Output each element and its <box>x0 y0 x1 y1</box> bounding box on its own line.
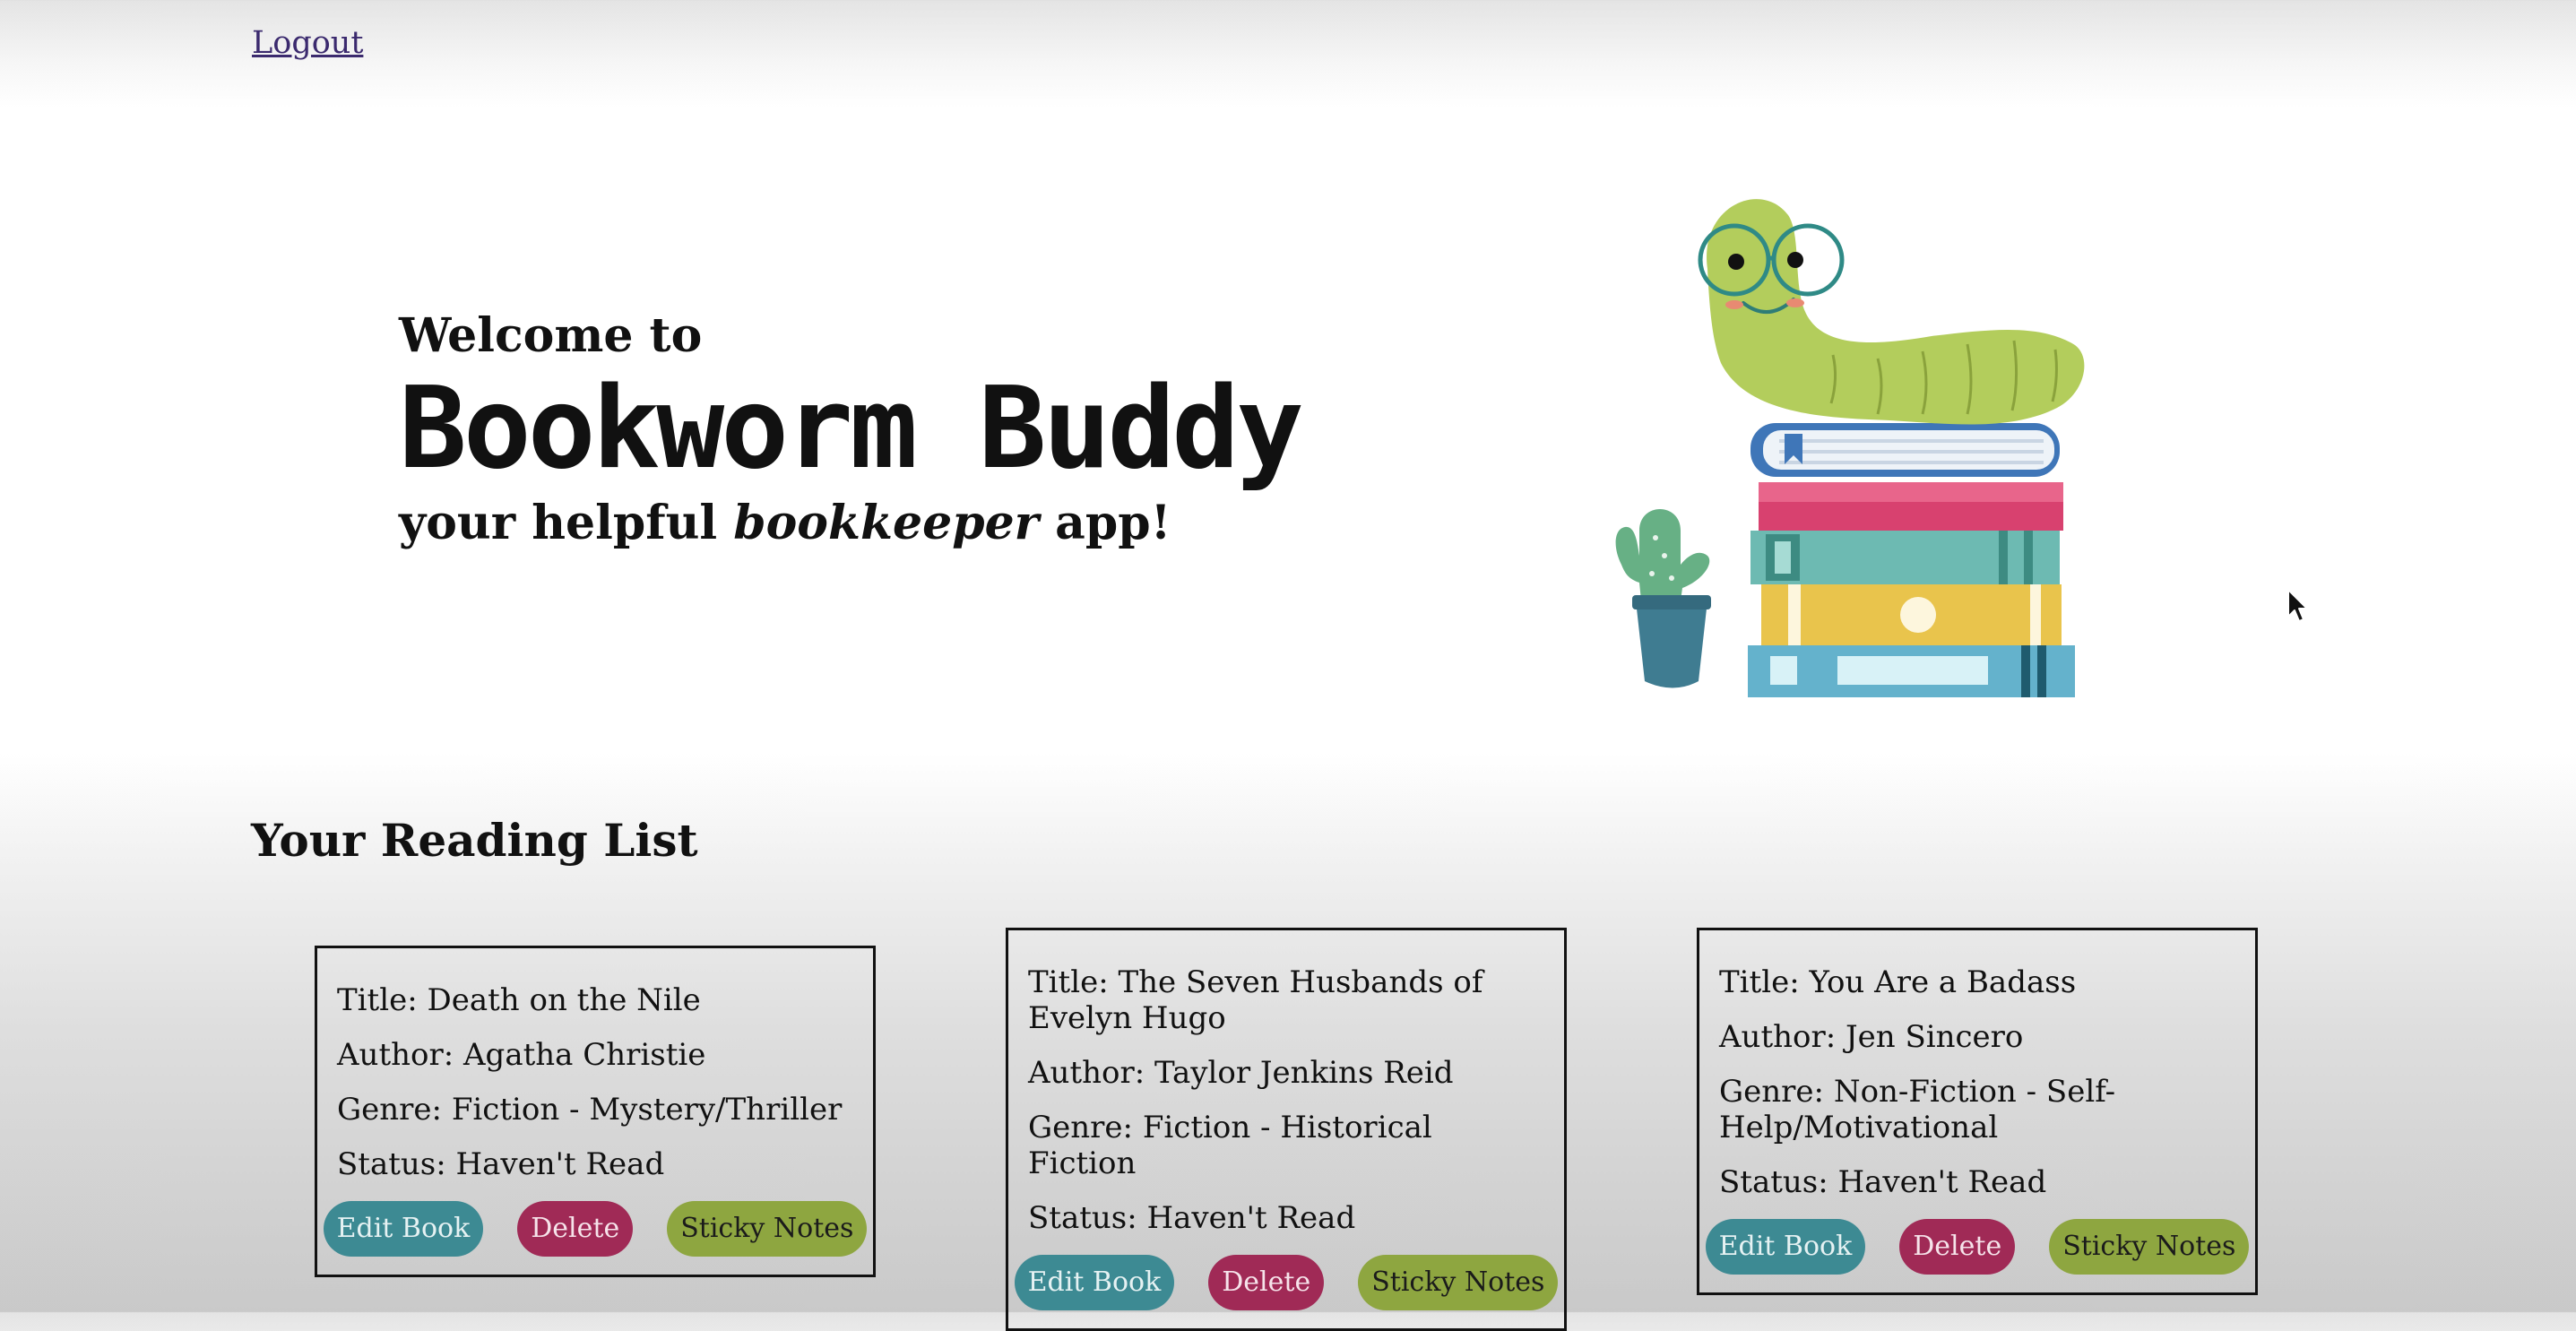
book-stack-icon <box>1748 423 2075 697</box>
book-status: Status: Haven't Read <box>1719 1164 2047 1200</box>
sticky-notes-button[interactable]: Sticky Notes <box>2049 1219 2250 1275</box>
delete-book-button[interactable]: Delete <box>517 1201 634 1257</box>
book-author: Author: Jen Sincero <box>1719 1019 2024 1055</box>
book-card: Title: Death on the Nile Author: Agatha … <box>315 946 876 1277</box>
tagline-post: app! <box>1039 496 1171 550</box>
book-actions: Edit Book Delete Sticky Notes <box>323 1201 868 1257</box>
edit-book-button[interactable]: Edit Book <box>1014 1255 1175 1310</box>
book-author: Author: Agatha Christie <box>337 1037 706 1073</box>
book-title: Title: You Are a Badass <box>1719 964 2077 1000</box>
delete-book-button[interactable]: Delete <box>1208 1255 1325 1310</box>
book-genre: Genre: Fiction - Mystery/Thriller <box>337 1092 843 1128</box>
book-genre: Genre: Non-Fiction - Self-Help/Motivatio… <box>1719 1074 2116 1145</box>
reading-list-title: Your Reading List <box>251 814 698 867</box>
book-card: Title: You Are a Badass Author: Jen Sinc… <box>1697 928 2258 1295</box>
book-actions: Edit Book Delete Sticky Notes <box>1705 1219 2250 1275</box>
book-author: Author: Taylor Jenkins Reid <box>1028 1055 1454 1091</box>
book-actions: Edit Book Delete Sticky Notes <box>1014 1255 1559 1310</box>
book-title: Title: Death on the Nile <box>337 982 701 1018</box>
book-status: Status: Haven't Read <box>1028 1200 1356 1236</box>
book-status: Status: Haven't Read <box>337 1146 665 1182</box>
mouse-pointer-icon <box>2287 589 2308 622</box>
bookworm-illustration <box>1615 199 2085 697</box>
delete-book-button[interactable]: Delete <box>1899 1219 2016 1275</box>
sticky-notes-button[interactable]: Sticky Notes <box>1358 1255 1559 1310</box>
book-genre: Genre: Fiction - Historical Fiction <box>1028 1110 1432 1181</box>
welcome-text: Welcome to <box>399 308 703 363</box>
sticky-notes-button[interactable]: Sticky Notes <box>667 1201 868 1257</box>
tagline-pre: your helpful <box>399 496 734 550</box>
hero-text: Welcome to Bookworm Buddy your helpful b… <box>399 305 1304 559</box>
logout-link[interactable]: Logout <box>252 25 363 61</box>
edit-book-button[interactable]: Edit Book <box>1705 1219 1866 1275</box>
tagline-emphasis: bookkeeper <box>733 496 1040 550</box>
worm-icon <box>1698 199 2085 425</box>
tagline: your helpful bookkeeper app! <box>399 488 1301 559</box>
book-title: Title: The Seven Husbands of Evelyn Hugo <box>1028 964 1483 1036</box>
app-title: Bookworm Buddy <box>399 362 1304 494</box>
cactus-icon <box>1615 509 1711 688</box>
book-card: Title: The Seven Husbands of Evelyn Hugo… <box>1006 928 1567 1331</box>
edit-book-button[interactable]: Edit Book <box>323 1201 484 1257</box>
